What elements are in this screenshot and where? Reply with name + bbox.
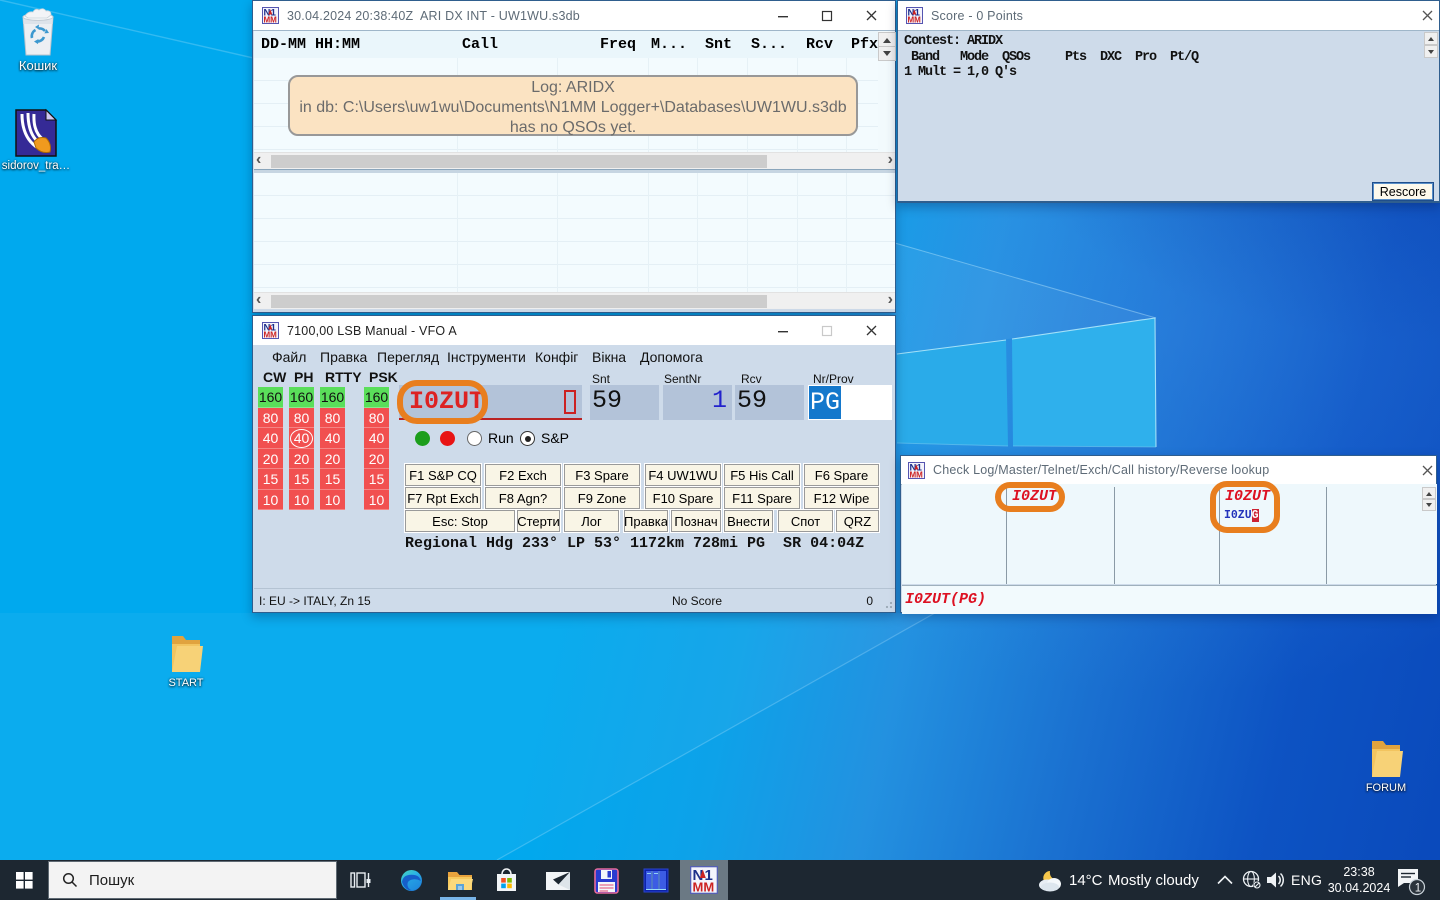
- svg-text:MM: MM: [910, 470, 924, 479]
- svg-text:MM: MM: [264, 331, 278, 340]
- svg-text:MM: MM: [908, 16, 922, 25]
- svg-text:1: 1: [1415, 883, 1421, 895]
- svg-text:MM: MM: [264, 16, 278, 25]
- svg-text:MM: MM: [693, 880, 715, 895]
